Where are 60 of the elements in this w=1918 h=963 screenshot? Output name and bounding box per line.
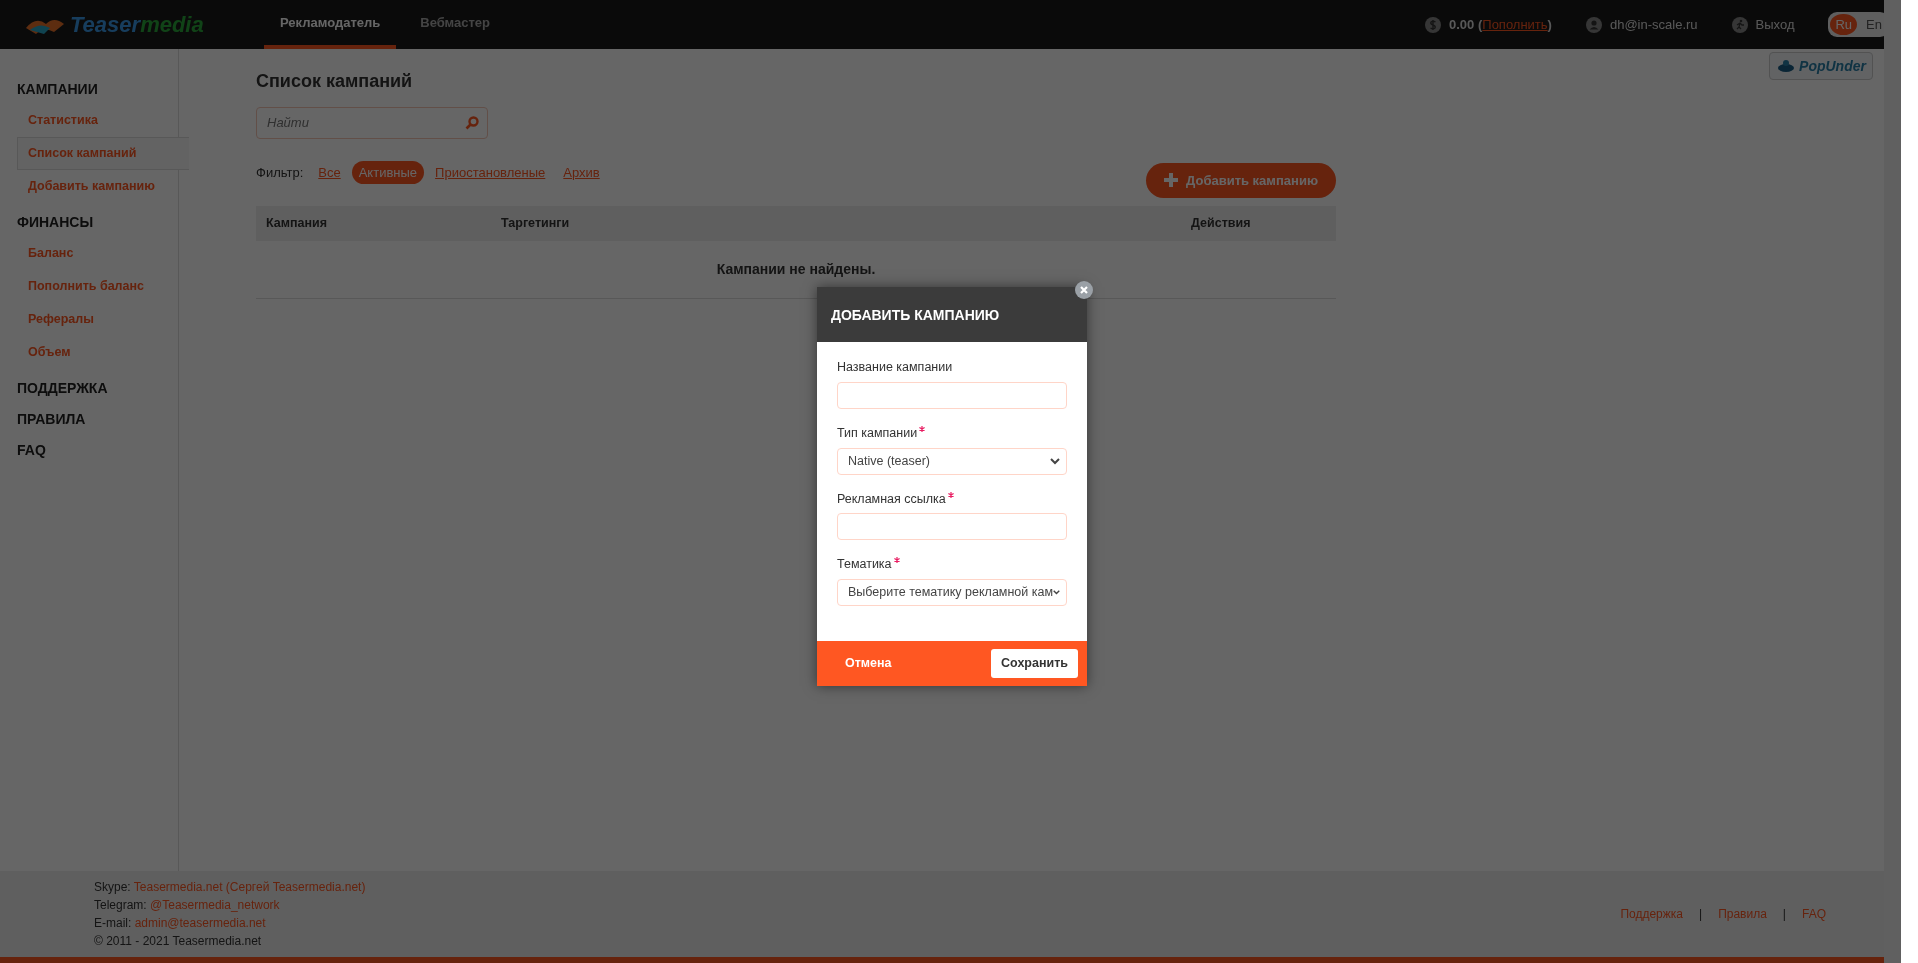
filter-link[interactable]: Все (311, 160, 348, 185)
sidebar-section-title[interactable]: ФИНАНСЫ (17, 212, 178, 234)
sidebar-item[interactable]: Баланс (17, 237, 189, 270)
running-person-icon (1731, 16, 1748, 33)
sidebar-item[interactable]: Список кампаний (17, 136, 189, 170)
topup-link[interactable]: Пополнить (1482, 16, 1548, 32)
filter-link[interactable]: Приостановленые (428, 160, 553, 185)
language-option[interactable]: Ru (1830, 13, 1858, 36)
cancel-button[interactable]: Отмена (833, 650, 904, 677)
field-label: Тип кампании (837, 423, 1067, 443)
input-field[interactable] (837, 513, 1067, 541)
logo-text[interactable]: Teasermedia (70, 8, 204, 41)
contact-line: Skype: Teasermedia.net (Сергей Teasermedia.net) (94, 879, 366, 896)
modal-title: ДОБАВИТЬ КАМПАНИЮ (817, 287, 1087, 342)
copyright-text: © 2011 - 2021 Teasermedia.net (94, 933, 263, 950)
contact-line: Telegram: @Teasermedia_network (94, 897, 281, 914)
nav-tab[interactable]: Рекламодатель (264, 0, 397, 49)
language-option[interactable]: En (1861, 13, 1887, 36)
column-header: Таргетинги (501, 215, 571, 233)
column-header: Действия (1191, 215, 1251, 233)
chevron-down-icon (1053, 589, 1060, 596)
filter-link[interactable]: Активные (351, 160, 425, 185)
select-field[interactable]: Native (teaser) (837, 447, 1067, 475)
page-title: Список кампаний (256, 71, 414, 93)
close-icon[interactable] (1075, 281, 1093, 299)
nav-tab[interactable]: Вебмастер (404, 0, 507, 49)
balance-text: 0.00 (Пополнить) (1449, 15, 1552, 34)
link-separator: | (1699, 906, 1703, 923)
footer-link[interactable]: Правила (1718, 905, 1767, 923)
field-label: Рекламная ссылка (837, 489, 1067, 509)
chevron-down-icon (1050, 457, 1060, 465)
user-icon (1585, 16, 1602, 33)
contact-line: E-mail: admin@teasermedia.net (94, 915, 267, 932)
filter-label: Фильтр: (256, 163, 304, 182)
plus-icon (1164, 173, 1179, 188)
filter-link[interactable]: Архив (556, 160, 607, 185)
popunder-banner[interactable]: PopUnder (1769, 52, 1873, 80)
footer-link[interactable]: FAQ (1802, 905, 1826, 923)
user-email[interactable]: dh@in-scale.ru (1609, 14, 1698, 35)
sidebar-section-title[interactable]: КАМПАНИИ (17, 79, 178, 100)
column-header: Кампания (266, 215, 328, 233)
search-icon[interactable] (465, 115, 479, 130)
sidebar-section-title[interactable]: ПОДДЕРЖКА (17, 378, 178, 400)
sidebar-section-title[interactable]: ПРАВИЛА (17, 409, 178, 431)
footer-link[interactable]: Поддержка (1620, 905, 1683, 923)
dollar-icon (1425, 16, 1442, 33)
select-field[interactable]: Выберите тематику рекламной кам (837, 579, 1067, 606)
input-field[interactable] (837, 381, 1067, 409)
sidebar-item[interactable]: Добавить кампанию (17, 169, 189, 203)
field-label: Тематика (837, 555, 1067, 574)
link-separator: | (1782, 906, 1786, 923)
save-button[interactable]: Сохранить (991, 649, 1078, 678)
sidebar-section-title[interactable]: FAQ (17, 440, 178, 462)
sidebar-item[interactable]: Пополнить баланс (17, 270, 189, 303)
sidebar-item[interactable]: Объем (17, 335, 189, 369)
add-campaign-button[interactable]: Добавить кампанию (1146, 162, 1336, 199)
logout-link[interactable]: Выход (1755, 14, 1795, 35)
field-label: Название кампании (837, 359, 954, 376)
sidebar-item[interactable]: Статистика (17, 104, 189, 137)
sidebar-item[interactable]: Рефералы (17, 302, 189, 336)
